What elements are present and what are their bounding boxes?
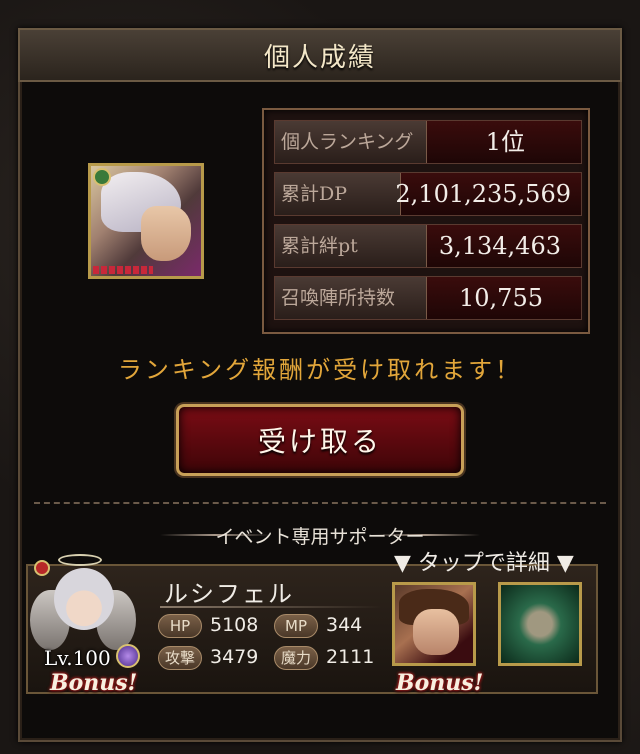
stat-label: 召喚陣所持数 <box>275 277 427 319</box>
stat-row-summon: 召喚陣所持数 10,755 <box>274 276 582 320</box>
receive-button[interactable]: 受け取る <box>176 404 464 476</box>
stat-row-dp: 累計DP 2,101,235,569 <box>274 172 582 216</box>
hp-badge: HP <box>158 614 202 638</box>
level-label: Lv.100 <box>44 646 111 670</box>
stat-row-ranking: 個人ランキング 1位 <box>274 120 582 164</box>
mp-value: 344 <box>326 614 363 636</box>
stat-label: 累計DP <box>275 173 401 215</box>
stat-value: 2,101,235,569 <box>395 180 571 208</box>
portrait-face <box>141 206 191 261</box>
stat-row-bond: 累計絆pt 3,134,463 <box>274 224 582 268</box>
equipped-card-2[interactable] <box>498 582 582 666</box>
equipped-card-1[interactable] <box>392 582 476 666</box>
halo-icon <box>58 554 102 566</box>
stat-value: 3,134,463 <box>438 232 561 260</box>
stat-label: 個人ランキング <box>275 121 427 163</box>
avatar-head <box>54 568 114 630</box>
header-bar: 個人成績 <box>18 28 622 82</box>
rarity-stars <box>93 266 153 274</box>
receive-button-label: 受け取る <box>257 425 382 458</box>
element-icon <box>34 560 50 576</box>
leader-card-portrait[interactable] <box>88 163 204 279</box>
name-underline <box>160 606 382 608</box>
magic-value: 2111 <box>326 646 375 668</box>
card-face <box>413 609 459 655</box>
character-name: ルシフェル <box>164 580 294 608</box>
tap-detail-hint[interactable]: ▼ タップで詳細 ▼ <box>394 545 574 577</box>
mp-badge: MP <box>274 614 318 638</box>
card-bonus-badge: Bonus! <box>396 670 484 696</box>
magic-badge: 魔力 <box>274 646 318 670</box>
bonus-badge: Bonus! <box>50 670 138 696</box>
page-title: 個人成績 <box>263 42 376 73</box>
attack-value: 3479 <box>210 646 259 668</box>
attack-badge: 攻撃 <box>158 646 202 670</box>
element-icon <box>93 168 111 186</box>
stat-label: 累計絆pt <box>275 225 427 267</box>
reward-notice: ランキング報酬が受け取れます！ <box>117 356 523 384</box>
gem-icon <box>116 644 140 668</box>
hp-value: 5108 <box>210 614 259 636</box>
stats-panel: 個人ランキング 1位 累計DP 2,101,235,569 累計絆pt 3,13… <box>262 108 590 334</box>
divider <box>34 502 606 504</box>
stat-value: 1位 <box>485 128 525 156</box>
stat-value: 10,755 <box>459 284 543 312</box>
